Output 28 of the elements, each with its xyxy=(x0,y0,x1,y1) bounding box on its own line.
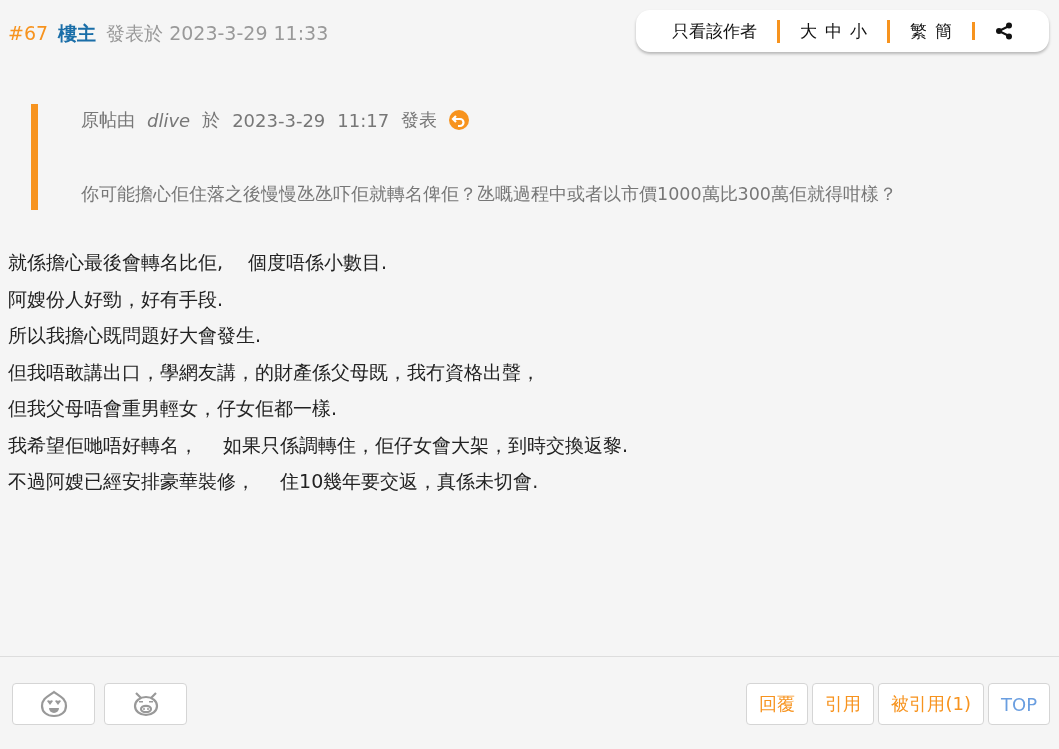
toolbar-option[interactable]: 簡 xyxy=(935,19,952,43)
body-text-line: 但我唔敢講出口，學網友講，的財產係父母既，我冇資格出聲， xyxy=(8,359,541,385)
body-text-line: 我希望佢哋唔好轉名， 如果只係調轉住，佢仔女會大架，到時交換返黎. xyxy=(8,432,630,458)
quote-time: 11:17 xyxy=(337,109,390,131)
body-text-line: 所以我擔心既問題好大會發生. xyxy=(8,323,263,348)
author-filter-link[interactable]: 只看該作者 xyxy=(672,19,757,43)
toolbar-option[interactable]: 中 xyxy=(825,19,842,43)
reaction-button[interactable] xyxy=(104,683,187,725)
body-text-line: 就係擔心最後會轉名比佢, 個度唔係小數目. xyxy=(8,250,389,275)
top-button[interactable]: TOP xyxy=(987,683,1050,725)
reaction-button[interactable] xyxy=(12,683,95,725)
post-time: 發表於 2023-3-29 11:33 xyxy=(106,21,329,46)
quote-label: 於 xyxy=(202,108,221,132)
quote-label: 原帖由 xyxy=(81,108,135,132)
toolbar-option[interactable]: 小 xyxy=(850,19,867,43)
quote-label: 發表 xyxy=(401,108,438,132)
body-text-line: 但我父母唔會重男輕女，仔女佢都一樣. xyxy=(8,396,339,421)
author-label[interactable]: 樓主 xyxy=(58,21,97,47)
quote-author[interactable]: dlive xyxy=(147,109,191,131)
toolbar-option[interactable]: 大 xyxy=(800,19,817,43)
pig-face-icon xyxy=(131,691,160,717)
quote-text: 你可能擔心佢住落之後慢慢氹氹吓佢就轉名俾佢？氹嘅過程中或者以市價1000萬比300萬佢就得咁樣？ xyxy=(81,183,898,206)
body-text-line: 不過阿嫂已經安排豪華裝修， 住10幾年要交返，真係未切會. xyxy=(8,469,540,494)
quote-date: 2023-3-29 xyxy=(232,109,326,131)
body-text-line: 阿嫂份人好勁，好有手段. xyxy=(8,286,225,312)
share-icon[interactable] xyxy=(995,22,1013,40)
toolbar-option[interactable]: 繁 xyxy=(910,19,927,43)
heart-eyes-face-icon xyxy=(38,690,69,718)
